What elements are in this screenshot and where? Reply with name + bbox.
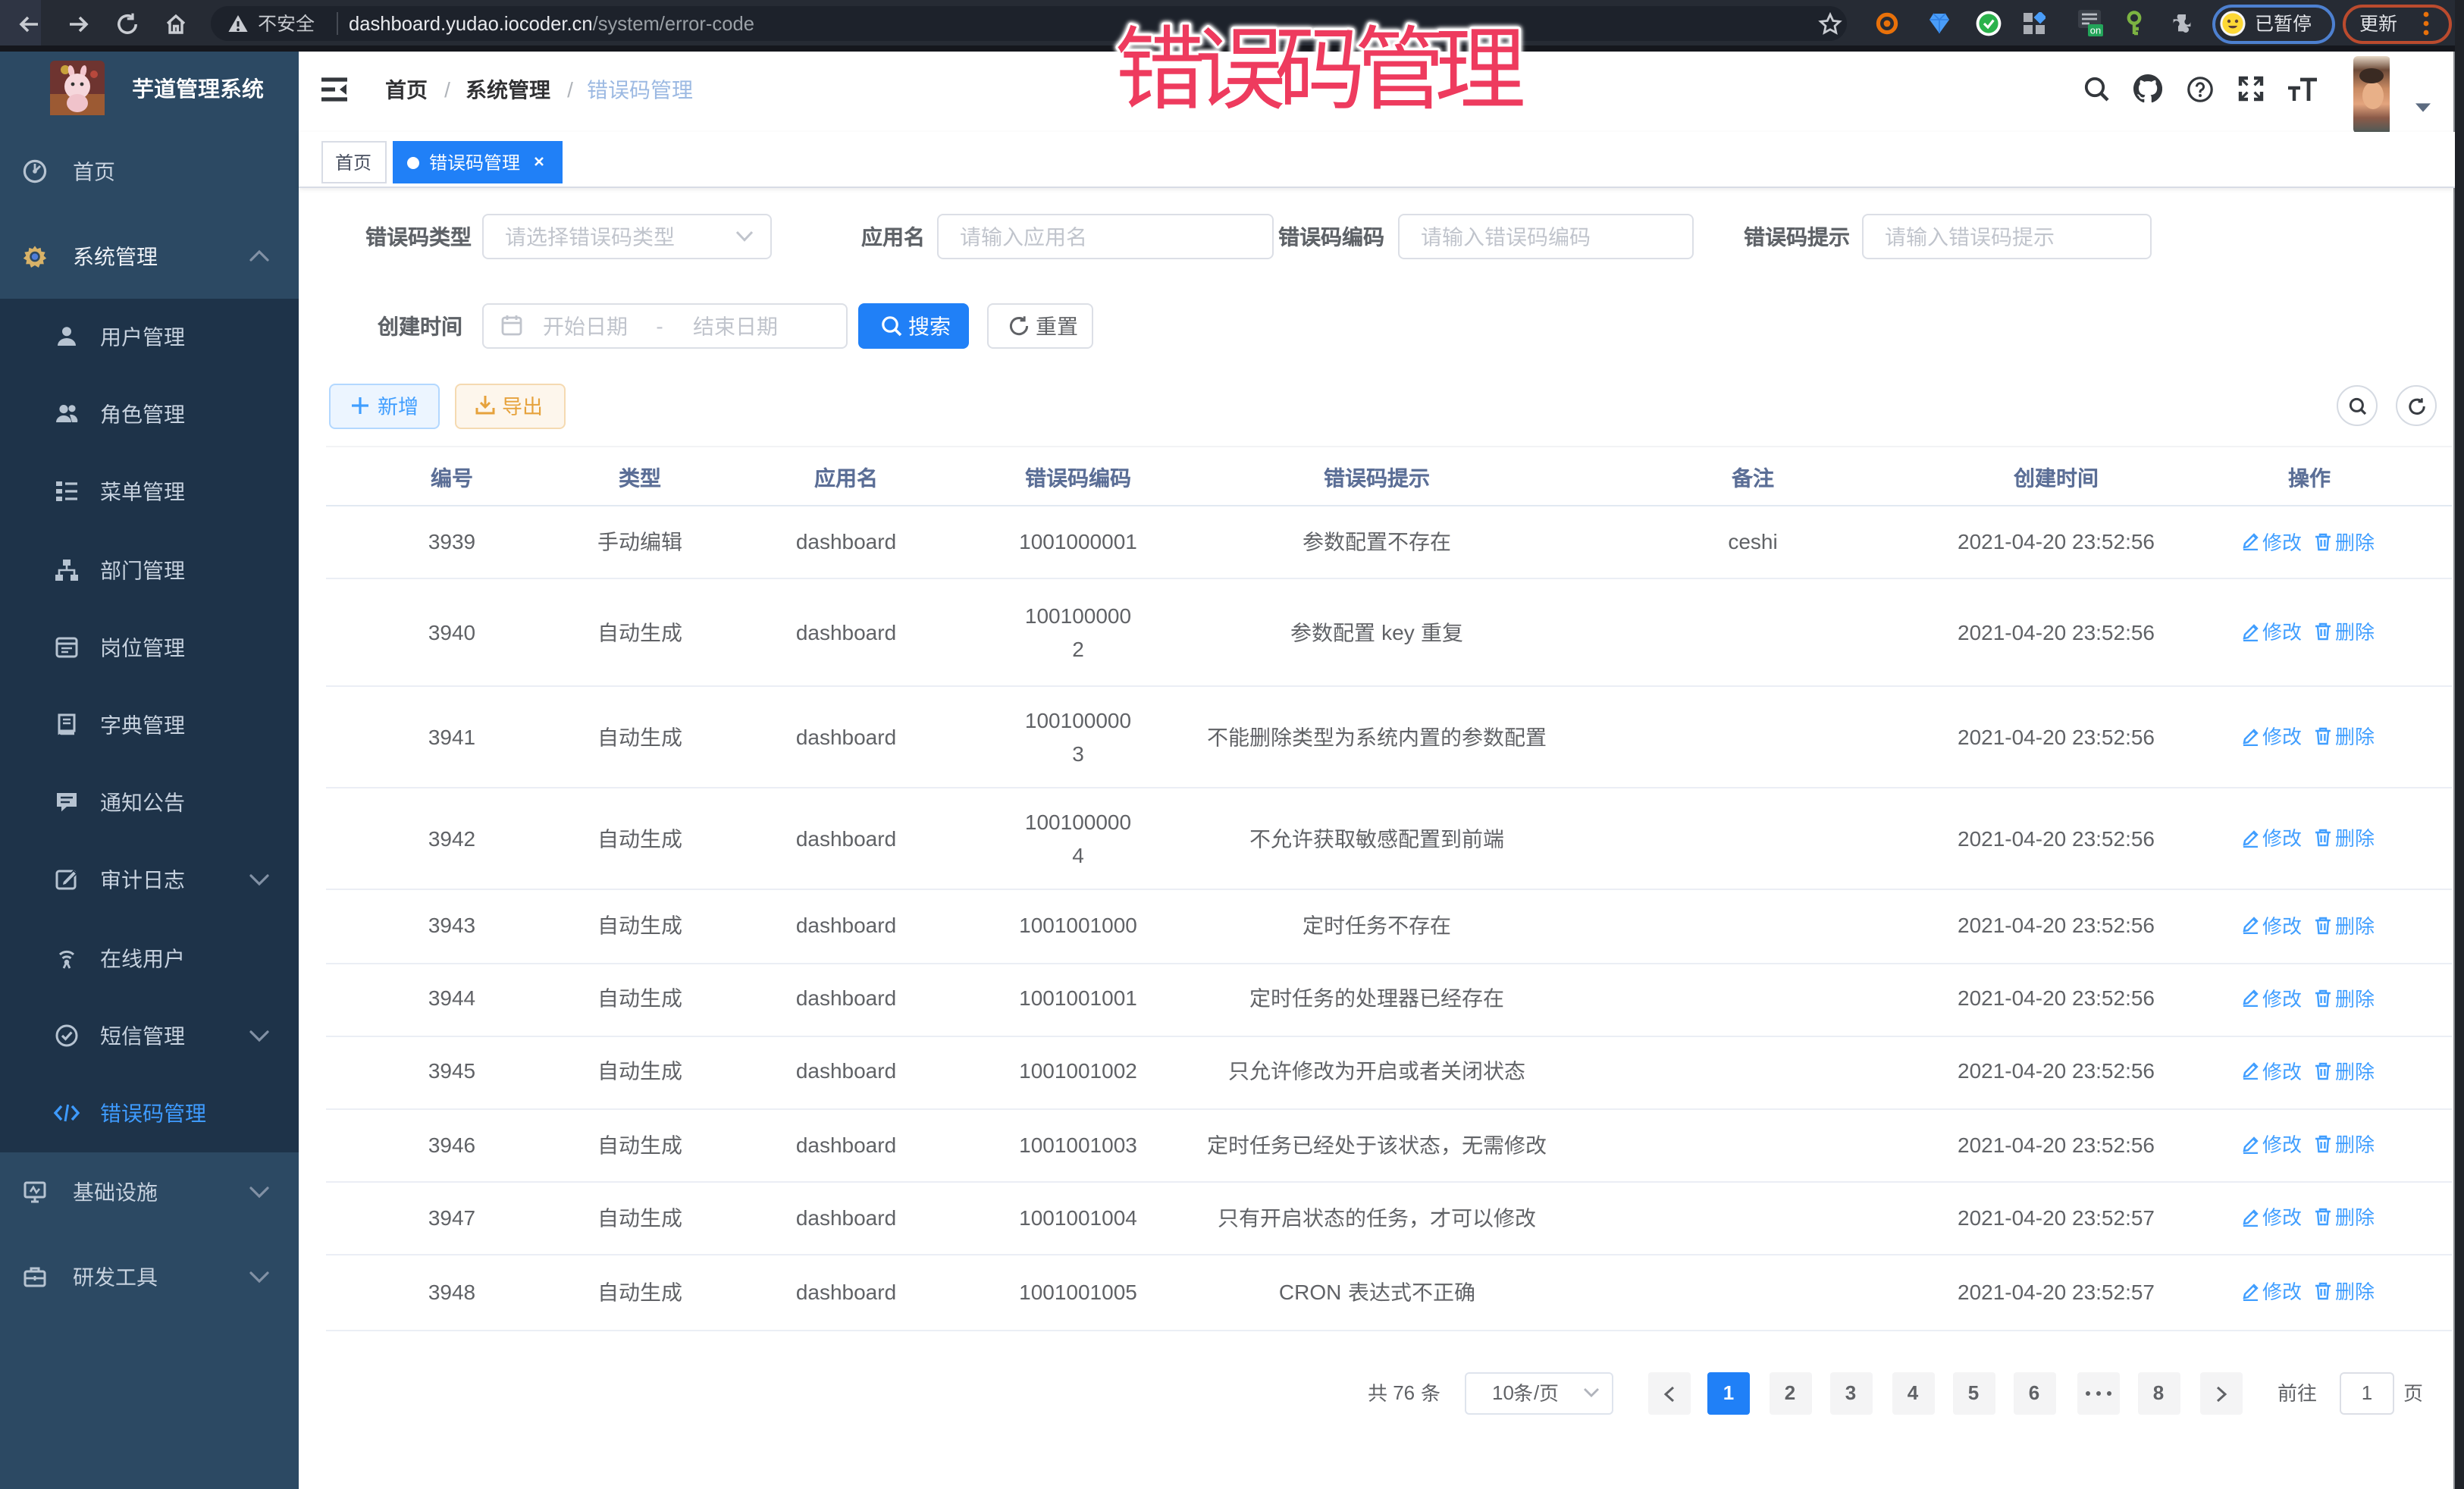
svg-text:on: on	[2090, 25, 2101, 36]
